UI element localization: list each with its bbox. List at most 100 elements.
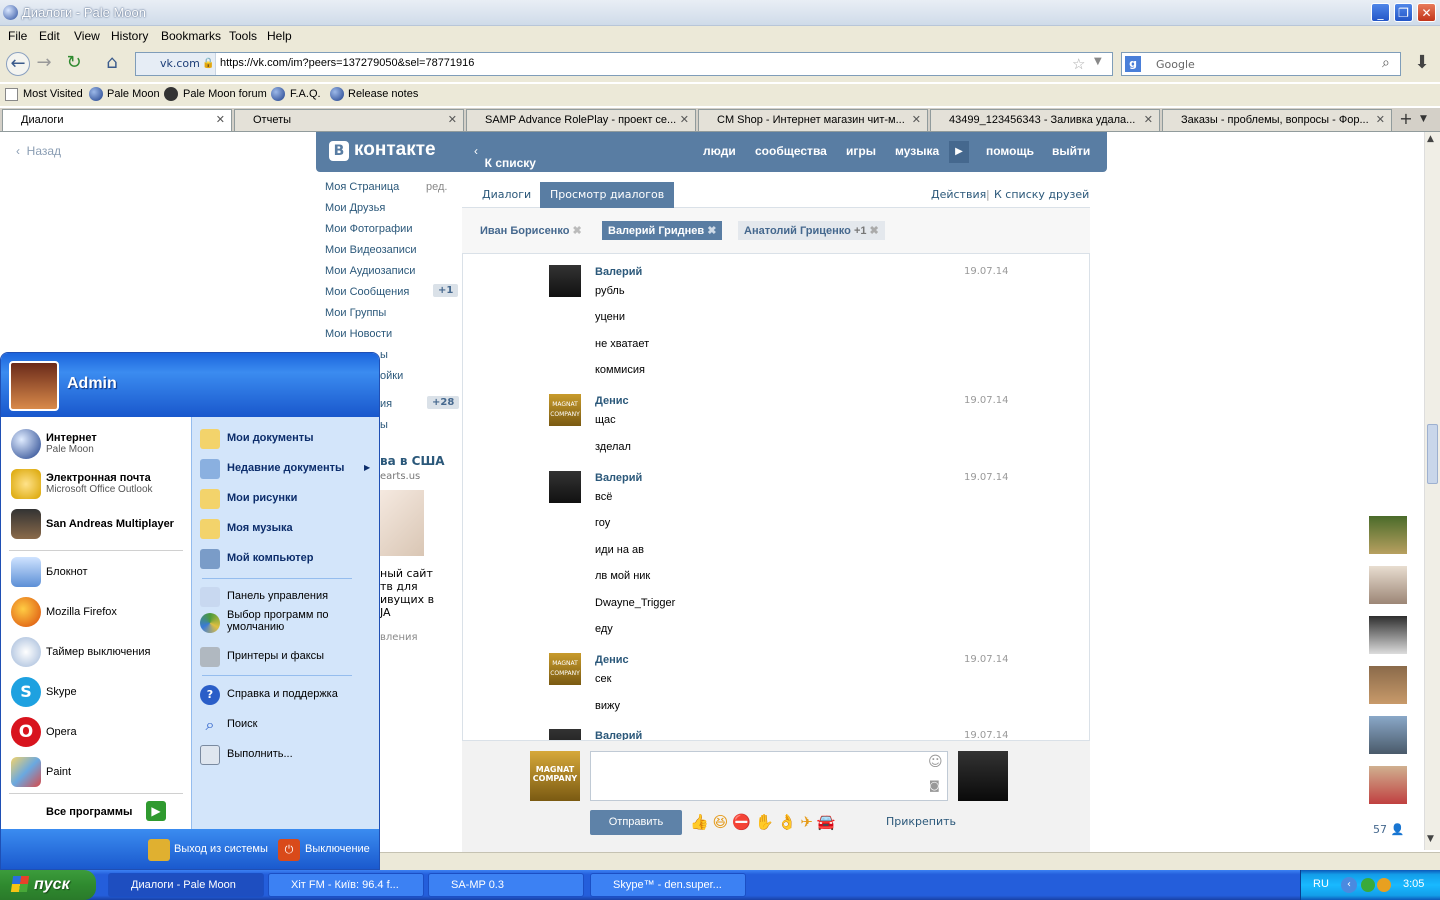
peer-chip[interactable]: Иван Борисенко ✖ xyxy=(474,221,588,240)
menu-partial-4[interactable]: ы xyxy=(380,419,388,431)
search-bar[interactable]: g Google ⌕ xyxy=(1121,52,1401,76)
tab-samp[interactable]: SAMP Advance RolePlay - проект се... ✕ xyxy=(466,109,696,131)
close-window-button[interactable]: ✕ xyxy=(1417,3,1436,22)
friend-avatar[interactable] xyxy=(1369,716,1407,754)
nav-games[interactable]: игры xyxy=(846,144,876,158)
avatar[interactable] xyxy=(549,265,581,297)
default-programs[interactable]: Выбор программ по умолчанию xyxy=(227,609,329,633)
tab-dialogs-link[interactable]: Диалоги xyxy=(482,188,531,201)
recent-timer[interactable]: Таймер выключения xyxy=(46,646,150,658)
menu-edit[interactable]: Edit xyxy=(39,29,60,43)
menu-my-photos[interactable]: Мои Фотографии xyxy=(325,223,412,235)
menu-my-friends[interactable]: Мои Друзья xyxy=(325,202,385,214)
online-count[interactable]: 57 👤 xyxy=(1373,823,1404,836)
close-tab-icon[interactable]: ✕ xyxy=(680,110,689,131)
taskbar-item-samp[interactable]: SA-MP 0.3 xyxy=(428,873,584,897)
tab-reports[interactable]: Отчеты ✕ xyxy=(234,109,464,131)
vertical-scrollbar[interactable]: ▲ ▼ xyxy=(1424,132,1440,850)
menu-my-messages[interactable]: Мои Сообщения xyxy=(325,286,409,298)
google-icon[interactable]: g xyxy=(1125,56,1141,72)
recent-firefox[interactable]: Mozilla Firefox xyxy=(46,606,117,618)
home-button[interactable]: ⌂ xyxy=(100,52,124,76)
control-panel[interactable]: Панель управления xyxy=(227,590,328,602)
bookmark-forum[interactable]: Pale Moon forum xyxy=(183,88,267,100)
back-link[interactable]: ‹ Назад xyxy=(16,144,61,158)
ad-title[interactable]: ва в США xyxy=(380,454,445,468)
shutdown-button[interactable]: Выключение xyxy=(305,843,370,855)
menu-edit-link[interactable]: ред. xyxy=(426,181,447,193)
friend-avatar[interactable] xyxy=(1369,516,1407,554)
message-author[interactable]: Валерий xyxy=(595,472,642,484)
menu-tools[interactable]: Tools xyxy=(229,29,257,43)
friend-avatar[interactable] xyxy=(1369,566,1407,604)
menu-my-groups[interactable]: Мои Группы xyxy=(325,307,386,319)
my-music[interactable]: Моя музыка xyxy=(227,522,293,534)
attach-link[interactable]: Прикрепить xyxy=(886,815,956,828)
taskbar-item-skype[interactable]: Skype™ - den.super... xyxy=(590,873,746,897)
pinned-email[interactable]: Электронная почта Microsoft Office Outloo… xyxy=(46,472,153,495)
tab-cm-shop[interactable]: CM Shop - Интернет магазин чит-м... ✕ xyxy=(698,109,928,131)
scroll-thumb[interactable] xyxy=(1427,424,1438,484)
language-indicator[interactable]: RU xyxy=(1313,878,1329,890)
menu-partial-2[interactable]: ойки xyxy=(380,370,403,382)
friend-avatar[interactable] xyxy=(1369,616,1407,654)
message-author[interactable]: Денис xyxy=(595,654,629,666)
search-icon[interactable]: ⌕ xyxy=(1382,55,1390,71)
recipient-avatar[interactable] xyxy=(958,751,1008,801)
nav-communities[interactable]: сообщества xyxy=(755,144,827,158)
avatar[interactable]: MAGNAT COMPANY xyxy=(549,653,581,685)
downloads-button[interactable]: ⬇ xyxy=(1410,52,1434,76)
tab-view-dialogs[interactable]: Просмотр диалогов xyxy=(540,182,675,208)
tab-dialogs[interactable]: Диалоги ✕ xyxy=(2,109,232,131)
menu-view[interactable]: View xyxy=(74,29,100,43)
new-tab-button[interactable]: + xyxy=(1396,110,1416,130)
pinned-samp[interactable]: San Andreas Multiplayer xyxy=(46,518,174,530)
send-button[interactable]: Отправить xyxy=(590,810,682,835)
ad-footer[interactable]: вления xyxy=(380,632,418,643)
tray-orange-icon[interactable] xyxy=(1377,878,1391,892)
recent-notepad[interactable]: Блокнот xyxy=(46,566,88,578)
close-tab-icon[interactable]: ✕ xyxy=(1376,110,1385,131)
message-input[interactable] xyxy=(590,751,948,801)
vk-logo-icon[interactable]: В xyxy=(329,141,349,161)
camera-icon[interactable]: ◙ xyxy=(929,779,940,792)
menu-file[interactable]: File xyxy=(8,29,27,43)
url-text[interactable]: https://vk.com/im?peers=137279050&sel=78… xyxy=(220,57,474,69)
peer-chip[interactable]: Анатолий Гриценко +1 ✖ xyxy=(738,221,885,240)
close-tab-icon[interactable]: ✕ xyxy=(912,110,921,131)
my-documents[interactable]: Мои документы xyxy=(227,432,314,444)
restore-button[interactable]: ❐ xyxy=(1394,3,1413,22)
forward-button[interactable]: → xyxy=(32,52,56,76)
tray-check-icon[interactable] xyxy=(1361,878,1375,892)
address-bar[interactable]: vk.com 🔒 https://vk.com/im?peers=1372790… xyxy=(135,52,1113,76)
menu-partial-3[interactable]: ия xyxy=(380,398,392,410)
search[interactable]: Поиск xyxy=(227,718,257,730)
emoji-bar[interactable]: 👍😆⛔✋👌✈🚘 xyxy=(690,813,840,831)
nav-music[interactable]: музыка xyxy=(895,144,939,158)
my-pictures[interactable]: Мои рисунки xyxy=(227,492,297,504)
nav-logout[interactable]: выйти xyxy=(1052,144,1090,158)
url-dropdown-icon[interactable]: ▼ xyxy=(1094,56,1102,67)
bookmark-most-visited[interactable]: Most Visited xyxy=(23,88,83,100)
run[interactable]: Выполнить... xyxy=(227,748,293,760)
peer-chip-active[interactable]: Валерий Гриднев ✖ xyxy=(602,221,723,240)
nav-people[interactable]: люди xyxy=(703,144,736,158)
menu-my-page[interactable]: Моя Страница xyxy=(325,181,399,193)
menu-my-news[interactable]: Мои Новости xyxy=(325,328,392,340)
tab-upload[interactable]: 43499_123456343 - Заливка удала... ✕ xyxy=(930,109,1160,131)
close-tab-icon[interactable]: ✕ xyxy=(448,110,457,131)
my-computer[interactable]: Мой компьютер xyxy=(227,552,314,564)
taskbar-item-radio[interactable]: Хіт FM - Київ: 96.4 f... xyxy=(268,873,424,897)
menu-partial-1[interactable]: ы xyxy=(380,349,388,361)
friends-list-link[interactable]: К списку друзей xyxy=(994,188,1089,201)
remove-peer-icon[interactable]: ✖ xyxy=(870,225,879,237)
minimize-button[interactable]: _ xyxy=(1371,3,1390,22)
emoji-icon[interactable]: ☺ xyxy=(928,754,943,770)
recent-documents[interactable]: Недавние документы xyxy=(227,462,344,474)
friend-avatar[interactable] xyxy=(1369,666,1407,704)
nav-help[interactable]: помощь xyxy=(986,144,1034,158)
play-button[interactable]: ▶ xyxy=(949,141,969,163)
scroll-down-icon[interactable]: ▼ xyxy=(1427,834,1434,844)
ad-image[interactable] xyxy=(380,490,424,556)
back-button[interactable]: ← xyxy=(6,52,30,76)
